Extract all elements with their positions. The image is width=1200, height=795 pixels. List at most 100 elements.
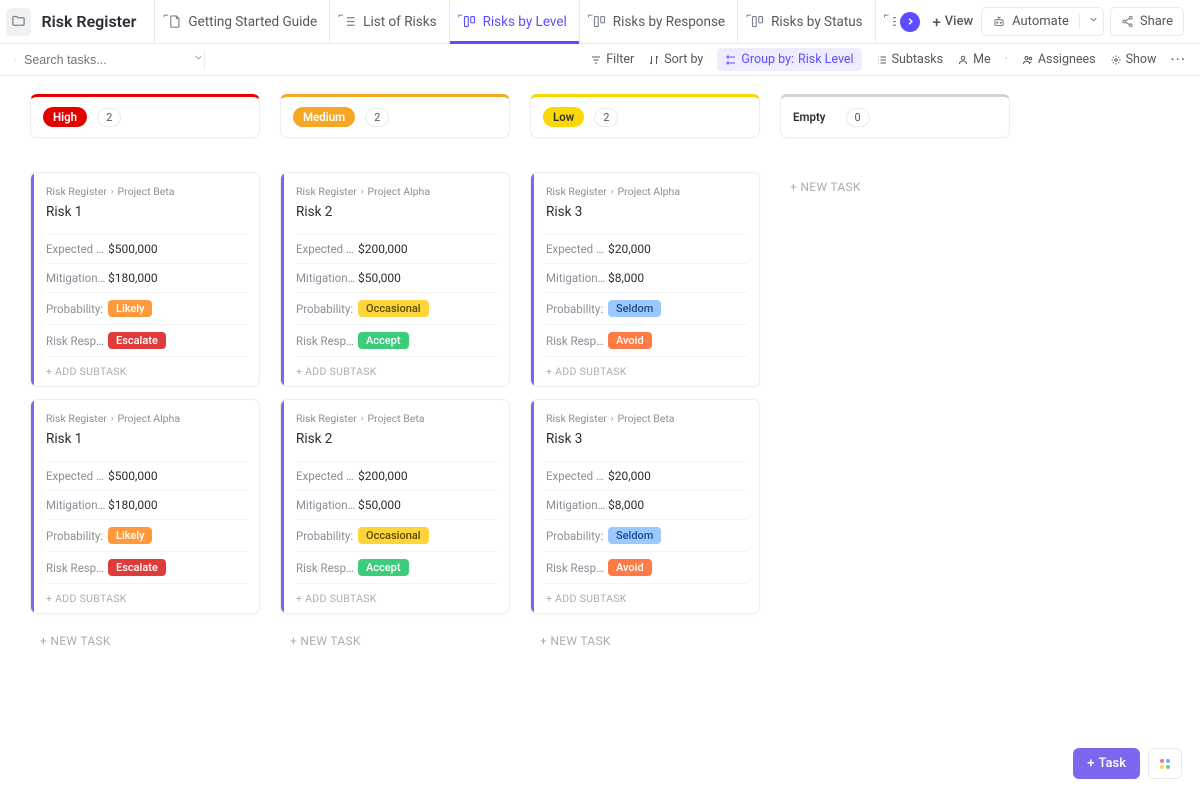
task-card[interactable]: Risk Register›Project BetaRisk 2Expected… (280, 399, 510, 614)
filter-button[interactable]: Filter (590, 52, 634, 67)
sort-button[interactable]: Sort by (648, 52, 703, 67)
new-task-button[interactable]: + NEW TASK (280, 626, 510, 656)
add-subtask-button[interactable]: + ADD SUBTASK (46, 356, 247, 386)
field-mitigation: Mitigation …$180,000 (46, 263, 247, 292)
search-input[interactable] (24, 53, 185, 67)
task-card[interactable]: Risk Register›Project Beta Risk 1 Expected… (30, 172, 260, 387)
new-task-button[interactable]: + NEW TASK (30, 626, 260, 656)
card-title: Risk 2 (296, 431, 497, 447)
chevron-right-icon: › (361, 414, 364, 424)
field-response: Risk Respo…Avoid (546, 324, 747, 356)
field-expected: Expected C…$500,000 (46, 234, 247, 263)
scroll-tabs-right[interactable] (900, 12, 920, 32)
settings-icon (1110, 54, 1122, 66)
group-by-button[interactable]: Group by: Risk Level (717, 48, 861, 71)
column-header[interactable]: Medium2 (280, 94, 510, 138)
add-subtask-button[interactable]: + ADD SUBTASK (46, 583, 247, 613)
field-response: Risk Respo…Accept (296, 551, 497, 583)
card-title: Risk 1 (46, 204, 247, 220)
separator-dot: · (1005, 52, 1008, 67)
probability-pill: Seldom (608, 300, 661, 317)
floating-actions: + Task (1073, 748, 1182, 779)
board-icon: ⌐ (750, 14, 765, 29)
column-count: 2 (97, 108, 121, 127)
probability-pill: Likely (108, 300, 152, 317)
field-probability: Probability:Seldom (546, 292, 747, 324)
view-tabs: ⌐Getting Started Guide⌐List of Risks⌐Ris… (154, 0, 896, 44)
more-button[interactable]: ··· (1170, 50, 1186, 69)
search-chevron[interactable] (193, 52, 204, 67)
view-tab-label: List of Risks (363, 14, 436, 30)
field-expected: Expected C…$200,000 (296, 234, 497, 263)
task-card[interactable]: Risk Register›Project AlphaRisk 1Expecte… (30, 399, 260, 614)
breadcrumb[interactable]: Risk Register›Project Beta (296, 412, 497, 425)
breadcrumb[interactable]: Risk Register›Project Beta (46, 185, 247, 198)
view-tab-1[interactable]: ⌐ List of Risks (329, 0, 448, 44)
view-tab-4[interactable]: ⌐Risks by Status (737, 0, 875, 44)
card-title: Risk 3 (546, 431, 747, 447)
breadcrumb[interactable]: Risk Register›Project Alpha (546, 185, 747, 198)
add-view-button[interactable]: + View (924, 9, 981, 35)
breadcrumb[interactable]: Risk Register›Project Beta (546, 412, 747, 425)
person-icon (957, 54, 969, 66)
add-subtask-button[interactable]: + ADD SUBTASK (296, 583, 497, 613)
apps-icon (1160, 759, 1170, 769)
list-icon: ⌐ (342, 14, 357, 29)
view-tab-0[interactable]: ⌐Getting Started Guide (154, 0, 329, 44)
card-title: Risk 3 (546, 204, 747, 220)
field-response: Risk Respo…Escalate (46, 551, 247, 583)
field-mitigation: Mitigation …$8,000 (546, 490, 747, 519)
column-header[interactable]: Low2 (530, 94, 760, 138)
assignees-button[interactable]: Assignees (1022, 52, 1096, 67)
column-badge: Medium (293, 107, 355, 127)
show-button[interactable]: Show (1110, 52, 1157, 67)
field-probability: Probability:Likely (46, 292, 247, 324)
new-task-button[interactable]: + NEW TASK (780, 172, 1010, 202)
view-tab-3[interactable]: ⌐Risks by Response (579, 0, 737, 44)
task-card[interactable]: Risk Register›Project Beta Risk 3 Expected… (530, 399, 760, 614)
search-wrap (14, 52, 204, 67)
response-pill: Accept (358, 559, 409, 576)
add-subtask-button[interactable]: + ADD SUBTASK (546, 583, 747, 613)
add-subtask-button[interactable]: + ADD SUBTASK (546, 356, 747, 386)
view-tab-2[interactable]: ⌐ Risks by Level (449, 0, 579, 44)
top-bar: Risk Register ⌐Getting Started Guide⌐Lis… (0, 0, 1200, 44)
folder-icon (11, 14, 26, 29)
breadcrumb[interactable]: Risk Register›Project Alpha (46, 412, 247, 425)
task-card[interactable]: Risk Register›Project AlphaRisk 3Expecte… (530, 172, 760, 387)
chevron-right-icon: › (611, 414, 614, 424)
new-task-button[interactable]: + NEW TASK (530, 626, 760, 656)
plus-icon: + (1087, 756, 1094, 771)
add-subtask-button[interactable]: + ADD SUBTASK (296, 356, 497, 386)
card-title: Risk 2 (296, 204, 497, 220)
view-tab-label: Risks by Level (483, 14, 567, 30)
share-button[interactable]: Share (1110, 7, 1184, 36)
view-tab-5[interactable]: ⌐Costs of (875, 0, 897, 44)
chevron-right-icon: › (111, 414, 114, 424)
response-pill: Escalate (108, 332, 166, 349)
add-view-label: View (945, 14, 973, 29)
field-response: Risk Respo…Accept (296, 324, 497, 356)
column-header[interactable]: Empty0 (780, 94, 1010, 138)
field-expected: Expected C…$20,000 (546, 461, 747, 490)
automate-button[interactable]: Automate (981, 7, 1104, 36)
plus-icon: + (932, 13, 940, 31)
board-icon: ⌐ (462, 14, 477, 29)
new-task-fab[interactable]: + Task (1073, 748, 1140, 779)
subtasks-button[interactable]: Subtasks (876, 52, 943, 67)
column-count: 0 (846, 108, 870, 127)
task-card[interactable]: Risk Register›Project Alpha Risk 2 Expecte… (280, 172, 510, 387)
apps-fab[interactable] (1148, 748, 1182, 779)
me-button[interactable]: Me (957, 52, 991, 67)
chevron-down-icon (193, 52, 204, 63)
column-medium: Medium2 Risk Register›Project Alpha Risk 2… (280, 94, 510, 656)
chevron-right-icon: › (361, 187, 364, 197)
field-mitigation: Mitigation …$50,000 (296, 490, 497, 519)
response-pill: Avoid (608, 559, 652, 576)
folder-button[interactable] (6, 8, 31, 36)
column-header[interactable]: High2 (30, 94, 260, 138)
view-tab-label: Getting Started Guide (188, 14, 317, 30)
column-count: 2 (594, 108, 618, 127)
breadcrumb[interactable]: Risk Register›Project Alpha (296, 185, 497, 198)
automate-chevron[interactable] (1079, 14, 1099, 29)
